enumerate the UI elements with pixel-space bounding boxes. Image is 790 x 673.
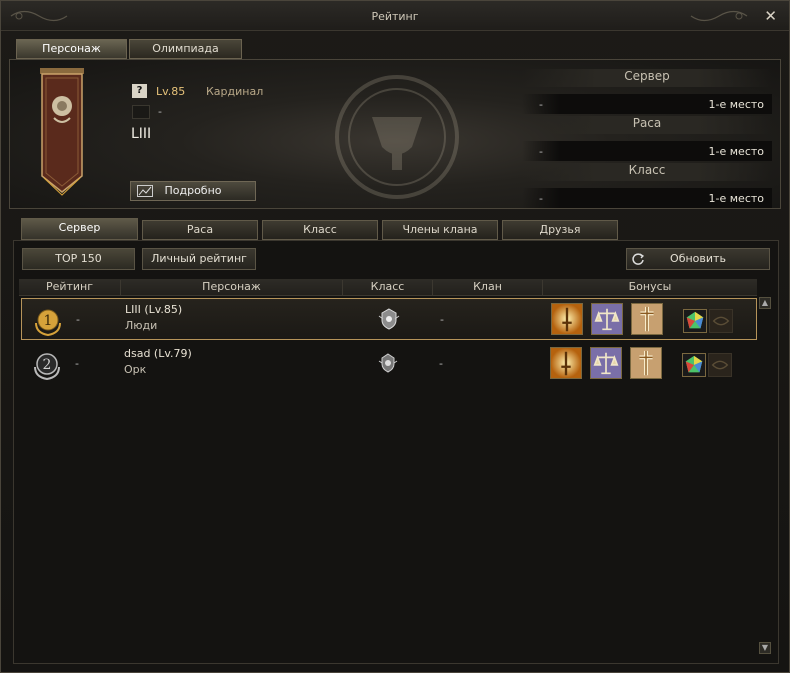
scroll-down-arrow-icon[interactable]: ▼ — [759, 642, 771, 654]
locked-buff-icon[interactable] — [709, 309, 733, 333]
refresh-label: Обновить — [670, 252, 726, 265]
character-class: Кардинал — [206, 85, 264, 98]
class-rank-header: Класс — [522, 163, 772, 181]
player-name: dsad (Lv.79) — [124, 347, 192, 360]
details-button[interactable]: Подробно — [130, 181, 256, 201]
class-emblem-icon — [378, 353, 398, 373]
chart-icon — [137, 185, 153, 197]
top150-button[interactable]: TOP 150 — [22, 248, 135, 270]
clan-emblem-slot — [132, 105, 150, 119]
locked-buff-icon[interactable] — [708, 353, 732, 377]
details-label: Подробно — [164, 184, 222, 197]
refresh-button[interactable]: Обновить — [626, 248, 770, 270]
character-name: LIII — [131, 126, 152, 142]
class-rank-dash: - — [539, 192, 543, 205]
rank-change: - — [75, 357, 79, 370]
tab-character[interactable]: Персонаж — [16, 39, 127, 59]
player-clan: - — [439, 357, 443, 370]
scales-buff-icon[interactable] — [591, 303, 623, 335]
sword-buff-icon[interactable] — [550, 347, 582, 379]
title-bar[interactable]: Рейтинг ✕ — [1, 1, 789, 31]
col-clan[interactable]: Клан — [433, 280, 543, 295]
clan-name: - — [158, 105, 162, 118]
table-row[interactable]: 2 - dsad (Lv.79) Орк - — [21, 343, 757, 385]
tab-class[interactable]: Класс — [262, 220, 378, 240]
tab-server[interactable]: Сервер — [21, 218, 138, 240]
close-icon[interactable]: ✕ — [764, 7, 777, 25]
server-rank-header: Сервер — [522, 69, 772, 87]
personal-rating-button[interactable]: Личный рейтинг — [142, 248, 256, 270]
silver-medal-icon: 2 — [34, 353, 60, 381]
player-name: LIII (Lv.85) — [125, 303, 183, 316]
col-bonuses[interactable]: Бонусы — [543, 280, 757, 295]
server-rank-row: - 1-е место — [522, 94, 772, 114]
scroll-up-arrow-icon[interactable]: ▲ — [759, 297, 771, 309]
window-title: Рейтинг — [371, 10, 419, 23]
server-rank-value: 1-е место — [708, 98, 764, 111]
gold-medal-icon: 1 — [35, 309, 61, 337]
scales-buff-icon[interactable] — [590, 347, 622, 379]
sword-buff-icon[interactable] — [551, 303, 583, 335]
col-class[interactable]: Класс — [343, 280, 433, 295]
rank-number: 2 — [43, 357, 52, 373]
table-header: Рейтинг Персонаж Класс Клан Бонусы — [19, 279, 757, 296]
server-rank-dash: - — [539, 98, 543, 111]
race-rank-row: - 1-е место — [522, 141, 772, 161]
gem-buff-icon[interactable] — [682, 353, 706, 377]
race-rank-value: 1-е место — [708, 145, 764, 158]
player-clan: - — [440, 313, 444, 326]
race-rank-dash: - — [539, 145, 543, 158]
clan-banner-icon — [40, 68, 84, 196]
rank-change: - — [76, 313, 80, 326]
cross-buff-icon[interactable] — [630, 347, 662, 379]
col-rank[interactable]: Рейтинг — [19, 280, 121, 295]
tab-clan-members[interactable]: Члены клана — [382, 220, 498, 240]
character-level: Lv.85 — [156, 85, 186, 98]
class-rank-row: - 1-е место — [522, 188, 772, 208]
help-icon[interactable]: ? — [132, 84, 147, 98]
player-race: Люди — [125, 319, 158, 332]
gem-buff-icon[interactable] — [683, 309, 707, 333]
table-row[interactable]: 1 - LIII (Lv.85) Люди - — [21, 298, 757, 340]
faction-emblem-icon — [335, 75, 459, 199]
tab-race[interactable]: Раса — [142, 220, 258, 240]
col-character[interactable]: Персонаж — [121, 280, 343, 295]
cross-buff-icon[interactable] — [631, 303, 663, 335]
rank-number: 1 — [44, 313, 53, 329]
class-rank-value: 1-е место — [708, 192, 764, 205]
tab-friends[interactable]: Друзья — [502, 220, 618, 240]
refresh-icon — [632, 253, 645, 265]
class-emblem-icon — [378, 308, 400, 330]
tab-olympiad[interactable]: Олимпиада — [129, 39, 242, 59]
ranking-window: Рейтинг ✕ Персонаж Олимпиада ? Lv.85 Кар… — [0, 0, 790, 673]
profile-panel: ? Lv.85 Кардинал - LIII Подробно Сервер … — [9, 59, 781, 209]
race-rank-header: Раса — [522, 116, 772, 134]
player-race: Орк — [124, 363, 147, 376]
